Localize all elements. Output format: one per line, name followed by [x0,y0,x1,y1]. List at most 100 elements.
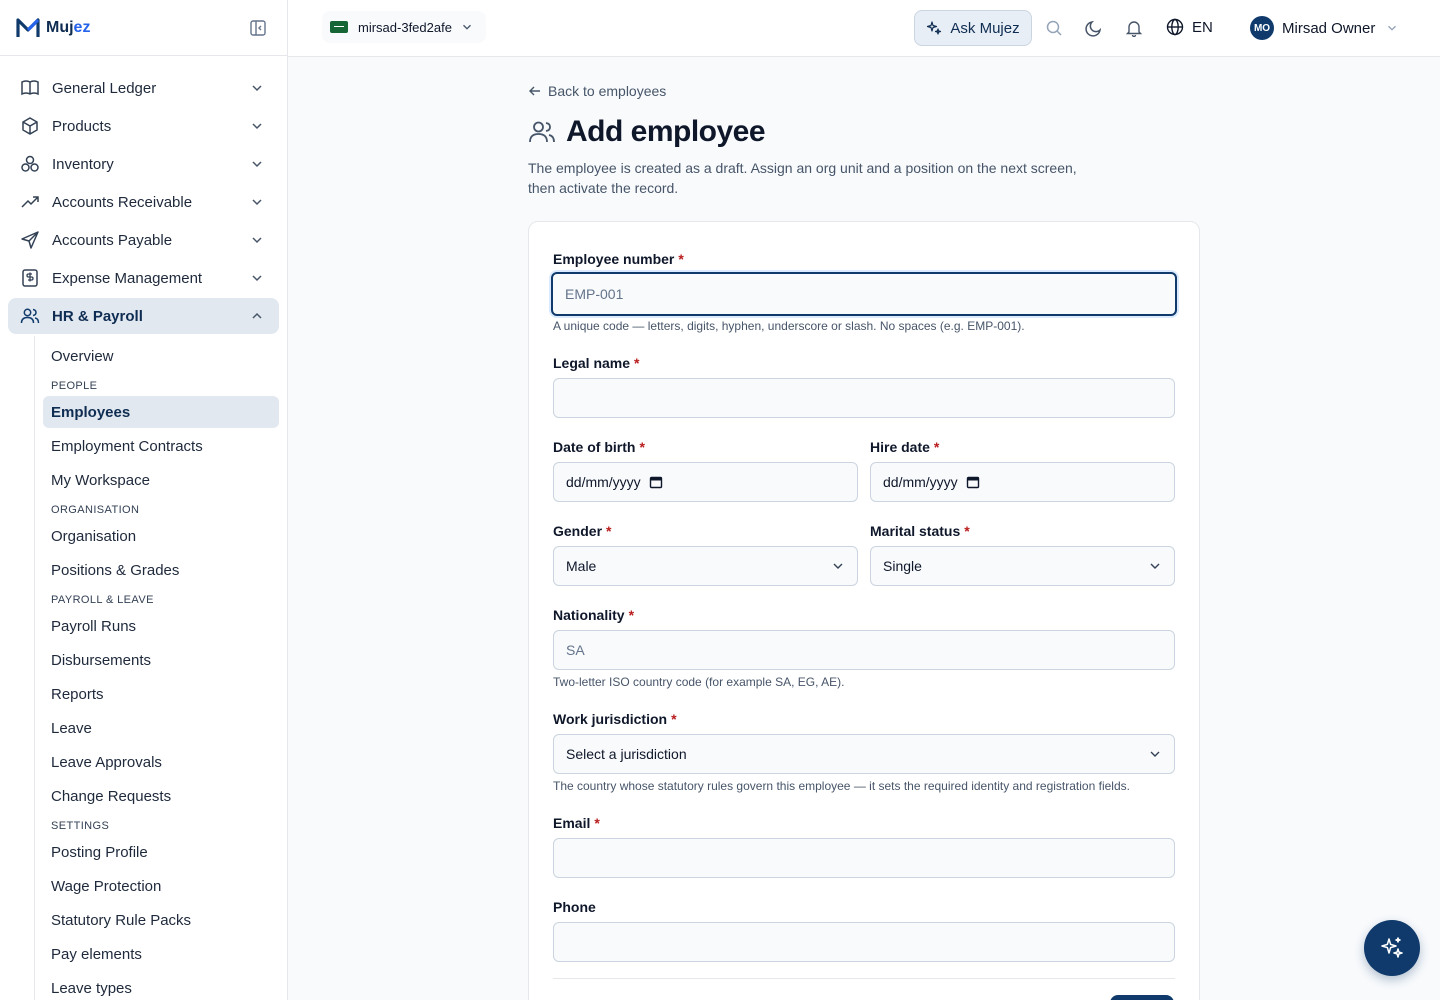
chevron-down-icon [252,275,262,282]
sidebar-item-label: Inventory [52,155,114,173]
search-icon[interactable] [1045,19,1063,37]
sidebar-item-posting-profile[interactable]: Posting Profile [43,836,279,868]
sidebar-item-organisation[interactable]: Organisation [43,520,279,552]
work-jurisdiction-select[interactable]: Select a jurisdiction [553,734,1175,774]
sidebar-item-label: Products [52,117,112,135]
sidebar-item-label: Accounts Receivable [52,193,193,211]
sidebar-item-disbursements[interactable]: Disbursements [43,644,279,676]
employee-number-help: A unique code — letters, digits, hyphen,… [553,319,1025,333]
calendar-icon[interactable] [649,475,663,489]
sidebar-item-payroll-runs[interactable]: Payroll Runs [43,610,279,642]
sidebar-item-change-requests[interactable]: Change Requests [43,780,279,812]
sidebar-item-accounts-receivable[interactable]: Accounts Receivable [8,184,279,220]
hire-date-label: Hire date * [870,439,940,455]
employee-number-placeholder: EMP-001 [565,286,624,302]
sidebar: Mujez General Ledger Products Inventory … [0,0,288,1000]
form-divider [553,978,1175,979]
box-icon [22,117,38,135]
sidebar-item-inventory[interactable]: Inventory [8,146,279,182]
user-menu[interactable]: MO Mirsad Owner [1250,16,1399,40]
marital-status-select[interactable]: Single [870,546,1175,586]
email-field[interactable] [553,838,1175,878]
chevron-down-icon [252,199,262,206]
date-of-birth-input[interactable]: dd/mm/yyyy [553,462,858,502]
sidebar-item-employees[interactable]: Employees [43,396,279,428]
chevron-up-icon [252,312,262,319]
page-description: The employee is created as a draft. Assi… [528,160,1077,196]
user-name: Mirsad Owner [1282,19,1376,37]
chevron-down-icon [1150,563,1160,569]
sidebar-item-reports[interactable]: Reports [43,678,279,710]
boxes-icon [21,155,39,172]
employee-form-card: Employee number * EMP-001 A unique code —… [528,221,1200,1000]
sidebar-item-pay-elements[interactable]: Pay elements [43,938,279,970]
sidebar-item-wage-protection[interactable]: Wage Protection [43,870,279,902]
sidebar-item-leave-types[interactable]: Leave types [43,972,279,1000]
sidebar-item-employment-contracts[interactable]: Employment Contracts [43,430,279,462]
marital-status-label: Marital status * [870,523,970,539]
tenant-switcher[interactable]: mirsad-3fed2afe [322,11,486,43]
chevron-down-icon [252,161,262,168]
sidebar-item-statutory-rule-packs[interactable]: Statutory Rule Packs [43,904,279,936]
sidebar-nav: General Ledger Products Inventory Accoun… [0,56,287,1000]
back-label: Back to employees [548,83,667,99]
sidebar-item-general-ledger[interactable]: General Ledger [8,70,279,106]
phone-label: Phone [553,899,596,915]
back-to-employees-link[interactable]: Back to employees [528,83,666,99]
chevron-down-icon [462,24,471,30]
section-heading-settings: SETTINGS [51,820,110,832]
sidebar-item-hr-payroll[interactable]: HR & Payroll [8,298,279,334]
ask-mujez-label: Ask Mujez [950,19,1020,37]
sidebar-item-leave[interactable]: Leave [43,712,279,744]
date-of-birth-placeholder: dd/mm/yyyy [566,474,641,490]
chevron-down-icon [252,123,262,130]
section-heading-people: PEOPLE [51,380,98,392]
nationality-label: Nationality * [553,607,635,623]
sidebar-item-accounts-payable[interactable]: Accounts Payable [8,222,279,258]
arrow-left-icon [529,86,540,96]
ask-mujez-button[interactable]: Ask Mujez [914,10,1032,46]
work-jurisdiction-help: The country whose statutory rules govern… [553,779,1130,793]
sidebar-item-products[interactable]: Products [8,108,279,144]
tenant-name: mirsad-3fed2afe [358,19,452,35]
users-icon [529,121,555,143]
send-icon [21,231,39,249]
hire-date-input[interactable]: dd/mm/yyyy [870,462,1175,502]
email-label: Email * [553,815,600,831]
sidebar-item-overview[interactable]: Overview [43,340,279,372]
language-switcher[interactable]: EN [1166,18,1213,36]
trend-up-icon [21,196,39,208]
gender-label: Gender * [553,523,612,539]
hire-date-placeholder: dd/mm/yyyy [883,474,958,490]
topbar: mirsad-3fed2afe Ask Mujez EN MO Mirsad O… [288,0,1440,57]
sidebar-collapse-icon[interactable] [249,19,267,37]
brand-name[interactable]: Mujez [46,19,90,37]
avatar: MO [1250,16,1274,40]
sidebar-item-expense-management[interactable]: Expense Management [8,260,279,296]
sidebar-item-my-workspace[interactable]: My Workspace [43,464,279,496]
page-title: Add employee [566,115,766,148]
moon-icon[interactable] [1085,19,1103,37]
gender-value: Male [566,558,597,574]
sidebar-item-leave-approvals[interactable]: Leave Approvals [43,746,279,778]
gender-select[interactable]: Male [553,546,858,586]
nationality-help: Two-letter ISO country code (for example… [553,675,845,689]
legal-name-input[interactable] [553,378,1175,418]
nationality-input[interactable]: SA [553,630,1175,670]
ai-assistant-button[interactable] [1364,920,1420,976]
hr-subnav: Overview PEOPLE Employees Employment Con… [34,336,279,1000]
sidebar-item-positions-grades[interactable]: Positions & Grades [43,554,279,586]
calendar-icon[interactable] [966,475,980,489]
employee-number-input[interactable]: EMP-001 [551,272,1177,316]
marital-status-value: Single [883,558,922,574]
chevron-down-icon [1150,751,1160,757]
sidebar-item-label: HR & Payroll [52,307,143,325]
employee-number-label: Employee number * [553,251,684,267]
phone-field[interactable] [553,922,1175,962]
create-employee-button[interactable] [1110,995,1174,1000]
page-title-row: Add employee [528,115,766,149]
users-icon [20,308,40,324]
bell-icon[interactable] [1125,19,1143,37]
sidebar-item-label: Accounts Payable [52,231,173,249]
chevron-down-icon [252,237,262,244]
